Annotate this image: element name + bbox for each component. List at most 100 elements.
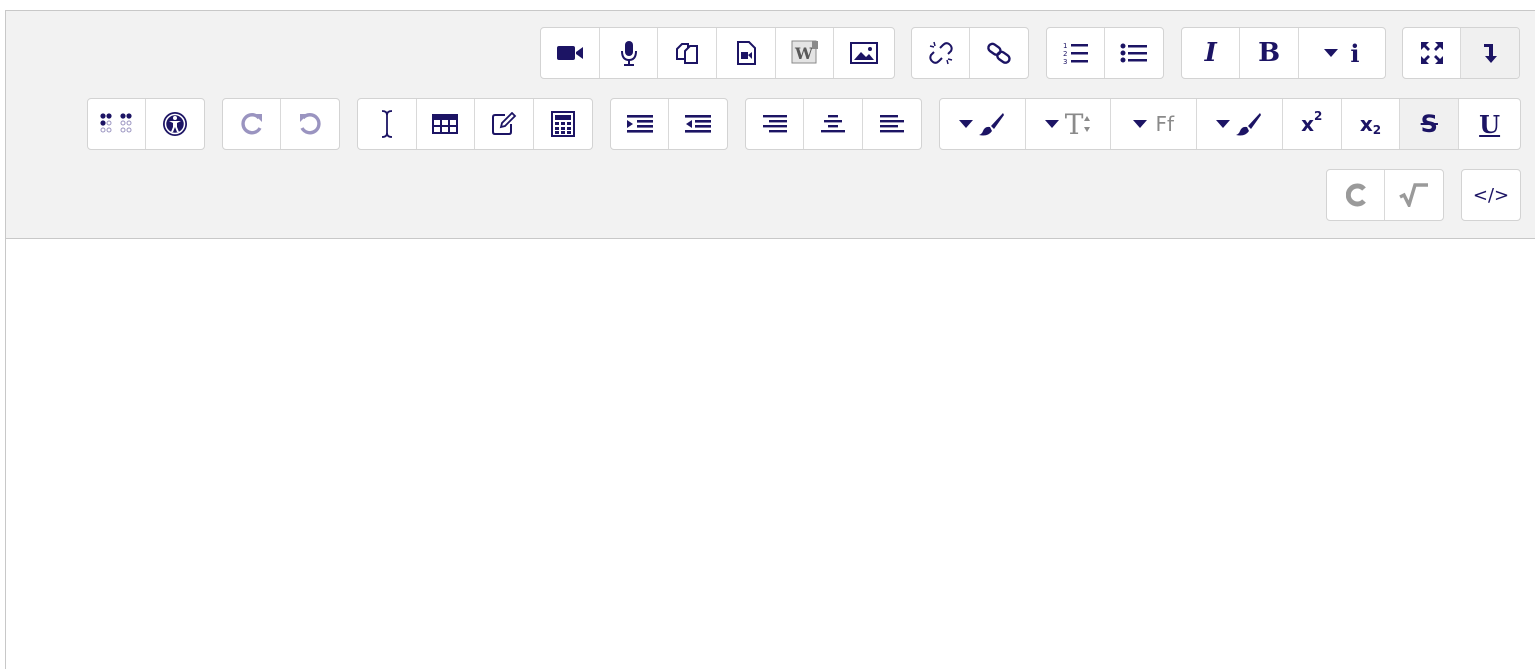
italic-label: I bbox=[1204, 38, 1217, 68]
subscript-mark: 2 bbox=[1372, 123, 1382, 137]
underline-button[interactable]: U bbox=[1459, 99, 1520, 149]
outdent-button[interactable] bbox=[669, 99, 727, 149]
edit-icon bbox=[491, 112, 517, 135]
equation-icon bbox=[1399, 183, 1428, 207]
expand-toolbar-icon bbox=[1484, 44, 1497, 63]
chemistry-editor-button[interactable] bbox=[1327, 170, 1386, 220]
svg-text:W: W bbox=[794, 44, 814, 63]
strikethrough-label: S bbox=[1420, 110, 1438, 138]
editor-content-area[interactable] bbox=[6, 239, 1535, 669]
unordered-list-button[interactable] bbox=[1105, 28, 1163, 78]
insert-image-button[interactable] bbox=[834, 28, 894, 78]
insert-char-icon bbox=[381, 110, 392, 138]
align-left-icon bbox=[879, 115, 904, 133]
svg-text:3: 3 bbox=[1063, 58, 1067, 66]
math-group bbox=[1326, 169, 1444, 221]
microphone-icon bbox=[620, 41, 637, 66]
manage-files-icon bbox=[676, 43, 699, 64]
paste-from-word-button[interactable]: W bbox=[776, 28, 835, 78]
align-left-button[interactable] bbox=[863, 99, 921, 149]
ordered-list-button[interactable]: 123 bbox=[1047, 28, 1106, 78]
font-group: T Ff x2 x2 S U bbox=[939, 98, 1521, 150]
subscript-button[interactable]: x2 bbox=[1342, 99, 1401, 149]
chemistry-icon bbox=[1345, 183, 1366, 207]
indent-button[interactable] bbox=[611, 99, 670, 149]
accessibility-checker-button[interactable] bbox=[146, 99, 204, 149]
indent-group bbox=[610, 98, 728, 150]
table-icon bbox=[432, 114, 459, 134]
html-source-label: </> bbox=[1472, 184, 1510, 206]
text-style-group: I B i bbox=[1181, 27, 1386, 79]
braille-icon bbox=[99, 113, 132, 133]
link-icon bbox=[987, 42, 1011, 64]
link-group bbox=[911, 27, 1029, 79]
background-color-dropdown[interactable] bbox=[1197, 99, 1283, 149]
align-right-icon bbox=[762, 115, 787, 133]
subscript-label: x bbox=[1359, 112, 1373, 136]
fullscreen-icon bbox=[1420, 42, 1443, 64]
screen-group bbox=[1402, 27, 1520, 79]
record-audio-button[interactable] bbox=[600, 28, 659, 78]
fullscreen-button[interactable] bbox=[1403, 28, 1462, 78]
insert-group bbox=[357, 98, 593, 150]
svg-text:1: 1 bbox=[1063, 42, 1067, 50]
caret-down-icon bbox=[1133, 120, 1148, 128]
redo-icon bbox=[240, 113, 262, 135]
align-center-button[interactable] bbox=[804, 99, 863, 149]
superscript-mark: 2 bbox=[1313, 109, 1323, 123]
font-size-dropdown[interactable]: T bbox=[1026, 99, 1112, 149]
align-right-button[interactable] bbox=[746, 99, 805, 149]
media-file-icon bbox=[736, 41, 756, 65]
insert-video-button[interactable] bbox=[541, 28, 600, 78]
caret-down-icon bbox=[959, 120, 974, 128]
equation-editor-button[interactable] bbox=[1385, 170, 1443, 220]
accessibility-checker-icon bbox=[163, 112, 187, 136]
paintbrush-icon bbox=[1236, 113, 1262, 136]
caret-down-icon bbox=[1044, 120, 1059, 128]
media-file-button[interactable] bbox=[717, 28, 776, 78]
caret-down-icon bbox=[1216, 120, 1231, 128]
outdent-icon bbox=[685, 115, 711, 133]
align-group bbox=[745, 98, 922, 150]
undo-icon bbox=[300, 113, 321, 135]
html-group: </> bbox=[1461, 169, 1521, 221]
list-group: 123 bbox=[1046, 27, 1164, 79]
strikethrough-button[interactable]: S bbox=[1400, 99, 1460, 149]
more-styles-dropdown[interactable]: i bbox=[1299, 28, 1385, 78]
unlink-button[interactable] bbox=[912, 28, 971, 78]
font-family-label: Ff bbox=[1155, 112, 1175, 136]
ordered-list-icon: 123 bbox=[1063, 42, 1088, 66]
accessibility-group bbox=[87, 98, 205, 150]
paste-word-icon: W bbox=[791, 40, 818, 64]
italic-button[interactable]: I bbox=[1182, 28, 1241, 78]
braille-button[interactable] bbox=[88, 99, 147, 149]
superscript-button[interactable]: x2 bbox=[1283, 99, 1342, 149]
paintbrush-icon bbox=[979, 113, 1005, 136]
editor-toolbar: W 123 I B i T Ff x 2 x 2 S U </> bbox=[6, 11, 1535, 239]
html-source-button[interactable]: </> bbox=[1462, 170, 1520, 220]
unordered-list-icon bbox=[1120, 43, 1147, 63]
undo-button[interactable] bbox=[281, 99, 339, 149]
insert-character-button[interactable] bbox=[358, 99, 417, 149]
font-size-label: T bbox=[1064, 107, 1084, 141]
underline-label: U bbox=[1479, 109, 1501, 139]
font-family-dropdown[interactable]: Ff bbox=[1111, 99, 1198, 149]
text-editor: W 123 I B i T Ff x 2 x 2 S U </> bbox=[5, 10, 1535, 669]
calculator-icon bbox=[550, 111, 575, 137]
media-group: W bbox=[540, 27, 895, 79]
caret-down-icon bbox=[1324, 49, 1339, 57]
manage-files-button[interactable] bbox=[658, 28, 718, 78]
svg-text:2: 2 bbox=[1063, 50, 1067, 58]
calculator-button[interactable] bbox=[534, 99, 593, 149]
insert-table-button[interactable] bbox=[417, 99, 475, 149]
edit-button[interactable] bbox=[475, 99, 534, 149]
link-button[interactable] bbox=[970, 28, 1028, 78]
video-icon bbox=[556, 46, 583, 60]
info-label: i bbox=[1350, 38, 1360, 68]
image-icon bbox=[850, 42, 879, 64]
bold-label: B bbox=[1258, 38, 1281, 68]
text-color-dropdown[interactable] bbox=[940, 99, 1026, 149]
show-more-buttons[interactable] bbox=[1461, 28, 1519, 78]
redo-button[interactable] bbox=[223, 99, 282, 149]
bold-button[interactable]: B bbox=[1240, 28, 1299, 78]
